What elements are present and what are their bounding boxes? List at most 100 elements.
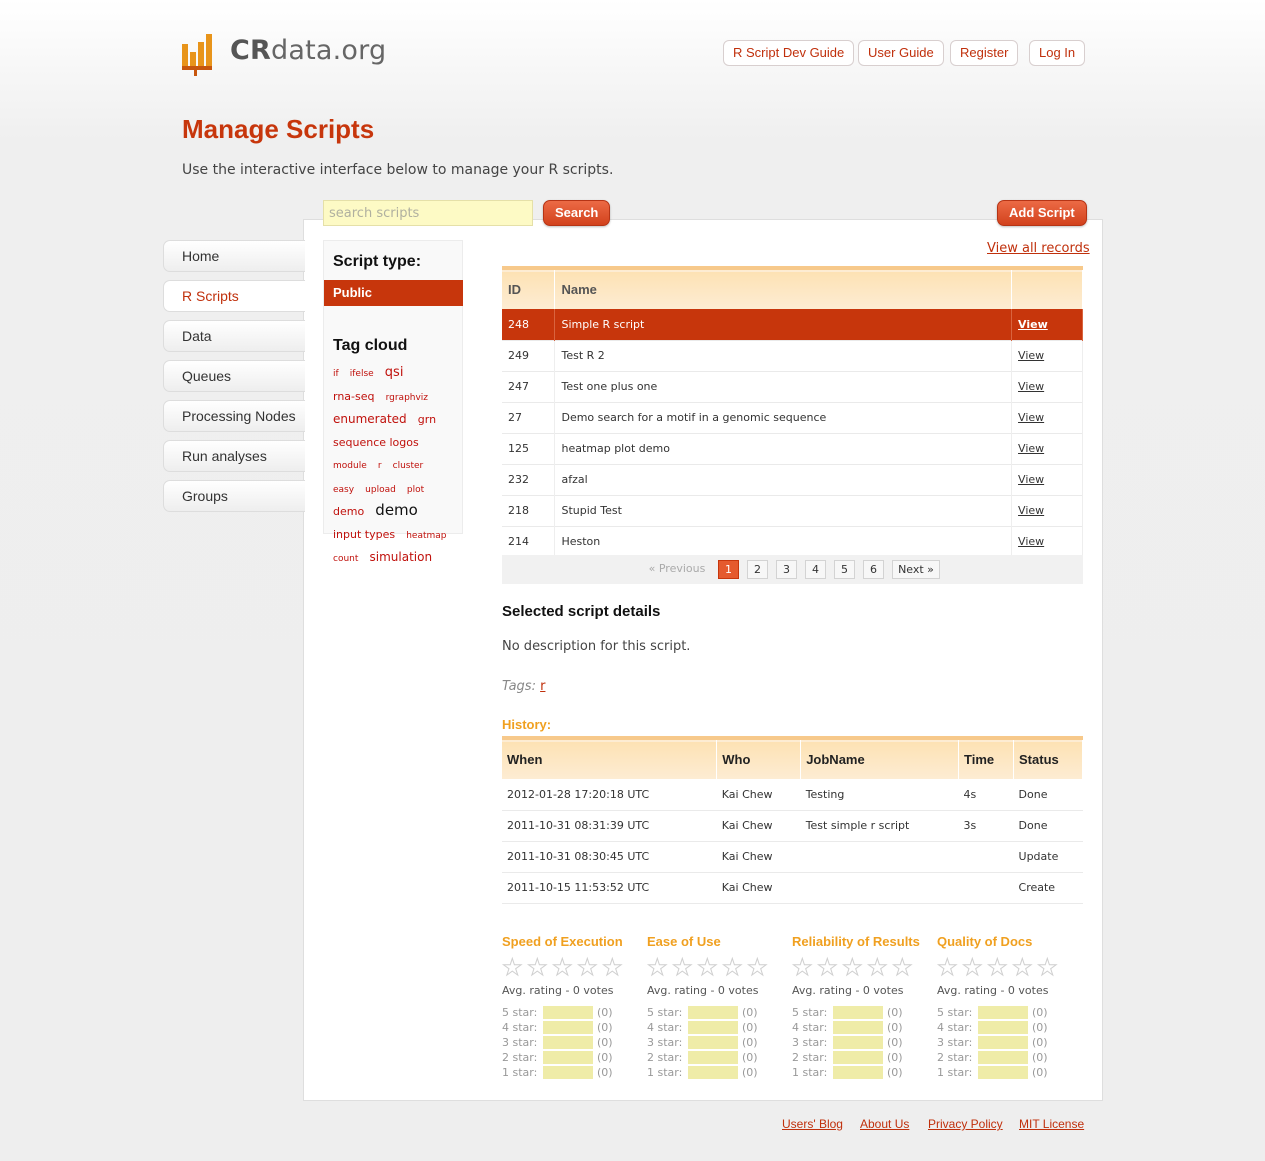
tag-cloud-item[interactable]: plot <box>407 485 424 495</box>
nav-data[interactable]: Data <box>163 320 305 352</box>
script-type-public[interactable]: Public <box>324 280 463 306</box>
tag-cloud-item[interactable]: upload <box>365 485 396 495</box>
column-header-name[interactable]: Name <box>554 268 1013 309</box>
rating-bar <box>833 1006 883 1019</box>
nav-home[interactable]: Home <box>163 240 305 272</box>
view-script-link[interactable]: View <box>1018 442 1044 455</box>
star-icon[interactable]: ★ <box>1037 956 1062 980</box>
star-icon[interactable]: ★ <box>647 956 672 980</box>
pagination-next[interactable]: Next » <box>892 560 940 579</box>
tag-cloud-item[interactable]: demo <box>333 505 364 518</box>
rating-count: (0) <box>887 1036 903 1049</box>
pagination-page-5[interactable]: 5 <box>834 560 855 579</box>
star-icon[interactable]: ★ <box>602 956 627 980</box>
view-script-link[interactable]: View <box>1018 535 1044 548</box>
script-row[interactable]: 214 Heston View <box>502 526 1083 557</box>
pagination-previous[interactable]: « Previous <box>648 560 706 579</box>
column-header-id[interactable]: ID <box>502 268 556 309</box>
tag-cloud-item[interactable]: demo <box>375 501 418 519</box>
search-input[interactable] <box>323 200 533 226</box>
tag-cloud-item[interactable]: simulation <box>370 550 433 564</box>
tag-link[interactable]: r <box>540 679 545 694</box>
script-row[interactable]: 232 afzal View <box>502 464 1083 495</box>
tag-cloud-item[interactable]: input types <box>333 528 395 541</box>
rating-distribution-row: 3 star: (0) <box>647 1035 792 1050</box>
tag-cloud-item[interactable]: qsi <box>385 365 404 380</box>
star-icon[interactable]: ★ <box>937 956 962 980</box>
tag-cloud-item[interactable]: ifelse <box>350 369 374 379</box>
footer-about-us-link[interactable]: About Us <box>860 1117 909 1131</box>
tag-cloud-item[interactable]: easy <box>333 485 354 495</box>
rating-title: Reliability of Results <box>792 934 920 949</box>
star-icon[interactable]: ★ <box>867 956 892 980</box>
view-script-link[interactable]: View <box>1018 380 1044 393</box>
script-row[interactable]: 249 Test R 2 View <box>502 340 1083 371</box>
star-icon[interactable]: ★ <box>697 956 722 980</box>
pagination-page-2[interactable]: 2 <box>747 560 768 579</box>
star-icon[interactable]: ★ <box>672 956 697 980</box>
pagination: « Previous 1 2 3 4 5 6 Next » <box>502 555 1083 584</box>
star-icon[interactable]: ★ <box>792 956 817 980</box>
add-script-button[interactable]: Add Script <box>997 200 1087 226</box>
star-icon[interactable]: ★ <box>552 956 577 980</box>
star-icon[interactable]: ★ <box>842 956 867 980</box>
pagination-page-4[interactable]: 4 <box>805 560 826 579</box>
view-script-link[interactable]: View <box>1018 504 1044 517</box>
tag-cloud-item[interactable]: grn <box>418 413 436 426</box>
footer-privacy-policy-link[interactable]: Privacy Policy <box>928 1117 1003 1131</box>
tag-cloud-item[interactable]: cluster <box>393 461 424 471</box>
view-all-records-link[interactable]: View all records <box>987 241 1090 256</box>
tag-cloud-item[interactable]: rna-seq <box>333 390 375 403</box>
pagination-page-6[interactable]: 6 <box>863 560 884 579</box>
tag-cloud-item[interactable]: module <box>333 461 367 471</box>
star-icon[interactable]: ★ <box>1012 956 1037 980</box>
rating-distribution-row: 1 star: (0) <box>647 1065 792 1080</box>
tag-cloud-item[interactable]: if <box>333 369 339 379</box>
star-icon[interactable]: ★ <box>722 956 747 980</box>
r-script-dev-guide-link[interactable]: R Script Dev Guide <box>723 40 855 66</box>
register-link[interactable]: Register <box>950 40 1019 66</box>
tag-cloud-item[interactable]: rgraphviz <box>386 393 428 403</box>
rating-count: (0) <box>597 1021 613 1034</box>
script-row[interactable]: 248 Simple R script View <box>502 309 1083 340</box>
rating-count: (0) <box>597 1051 613 1064</box>
star-icon[interactable]: ★ <box>747 956 772 980</box>
footer-users-blog-link[interactable]: Users' Blog <box>782 1117 843 1131</box>
tags-label: Tags: <box>502 679 536 694</box>
scripts-table: ID Name 248 Simple R script View 249 Test R … <box>502 266 1083 558</box>
rating-count: (0) <box>742 1066 758 1079</box>
star-icon[interactable]: ★ <box>817 956 842 980</box>
view-script-link[interactable]: View <box>1018 318 1048 331</box>
tag-cloud-item[interactable]: count <box>333 554 358 564</box>
pagination-page-1[interactable]: 1 <box>718 560 739 579</box>
search-button[interactable]: Search <box>543 200 611 226</box>
user-guide-link[interactable]: User Guide <box>858 40 944 66</box>
nav-processing-nodes[interactable]: Processing Nodes <box>163 400 305 432</box>
script-row[interactable]: 27 Demo search for a motif in a genomic s… <box>502 402 1083 433</box>
view-script-link[interactable]: View <box>1018 349 1044 362</box>
footer-mit-license-link[interactable]: MIT License <box>1019 1117 1084 1131</box>
tag-cloud-item[interactable]: enumerated <box>333 412 407 426</box>
star-icon[interactable]: ★ <box>502 956 527 980</box>
rating-distribution: 5 star: (0) 4 star: (0) 3 star: (0) 2 star: (0)… <box>502 1005 647 1080</box>
view-script-link[interactable]: View <box>1018 473 1044 486</box>
site-logo[interactable]: CRdata.org <box>182 30 386 76</box>
tag-cloud-item[interactable]: sequence logos <box>333 436 419 449</box>
script-row[interactable]: 125 heatmap plot demo View <box>502 433 1083 464</box>
tag-cloud-item[interactable]: heatmap <box>406 531 446 541</box>
script-row[interactable]: 218 Stupid Test View <box>502 495 1083 526</box>
script-row[interactable]: 247 Test one plus one View <box>502 371 1083 402</box>
star-icon[interactable]: ★ <box>962 956 987 980</box>
log-in-link[interactable]: Log In <box>1029 40 1086 66</box>
pagination-page-3[interactable]: 3 <box>776 560 797 579</box>
tag-cloud-item[interactable]: r <box>378 461 382 471</box>
star-icon[interactable]: ★ <box>577 956 602 980</box>
nav-queues[interactable]: Queues <box>163 360 305 392</box>
star-icon[interactable]: ★ <box>527 956 552 980</box>
view-script-link[interactable]: View <box>1018 411 1044 424</box>
nav-run-analyses[interactable]: Run analyses <box>163 440 305 472</box>
star-icon[interactable]: ★ <box>892 956 917 980</box>
nav-r-scripts[interactable]: R Scripts <box>163 280 305 312</box>
star-icon[interactable]: ★ <box>987 956 1012 980</box>
nav-groups[interactable]: Groups <box>163 480 305 512</box>
